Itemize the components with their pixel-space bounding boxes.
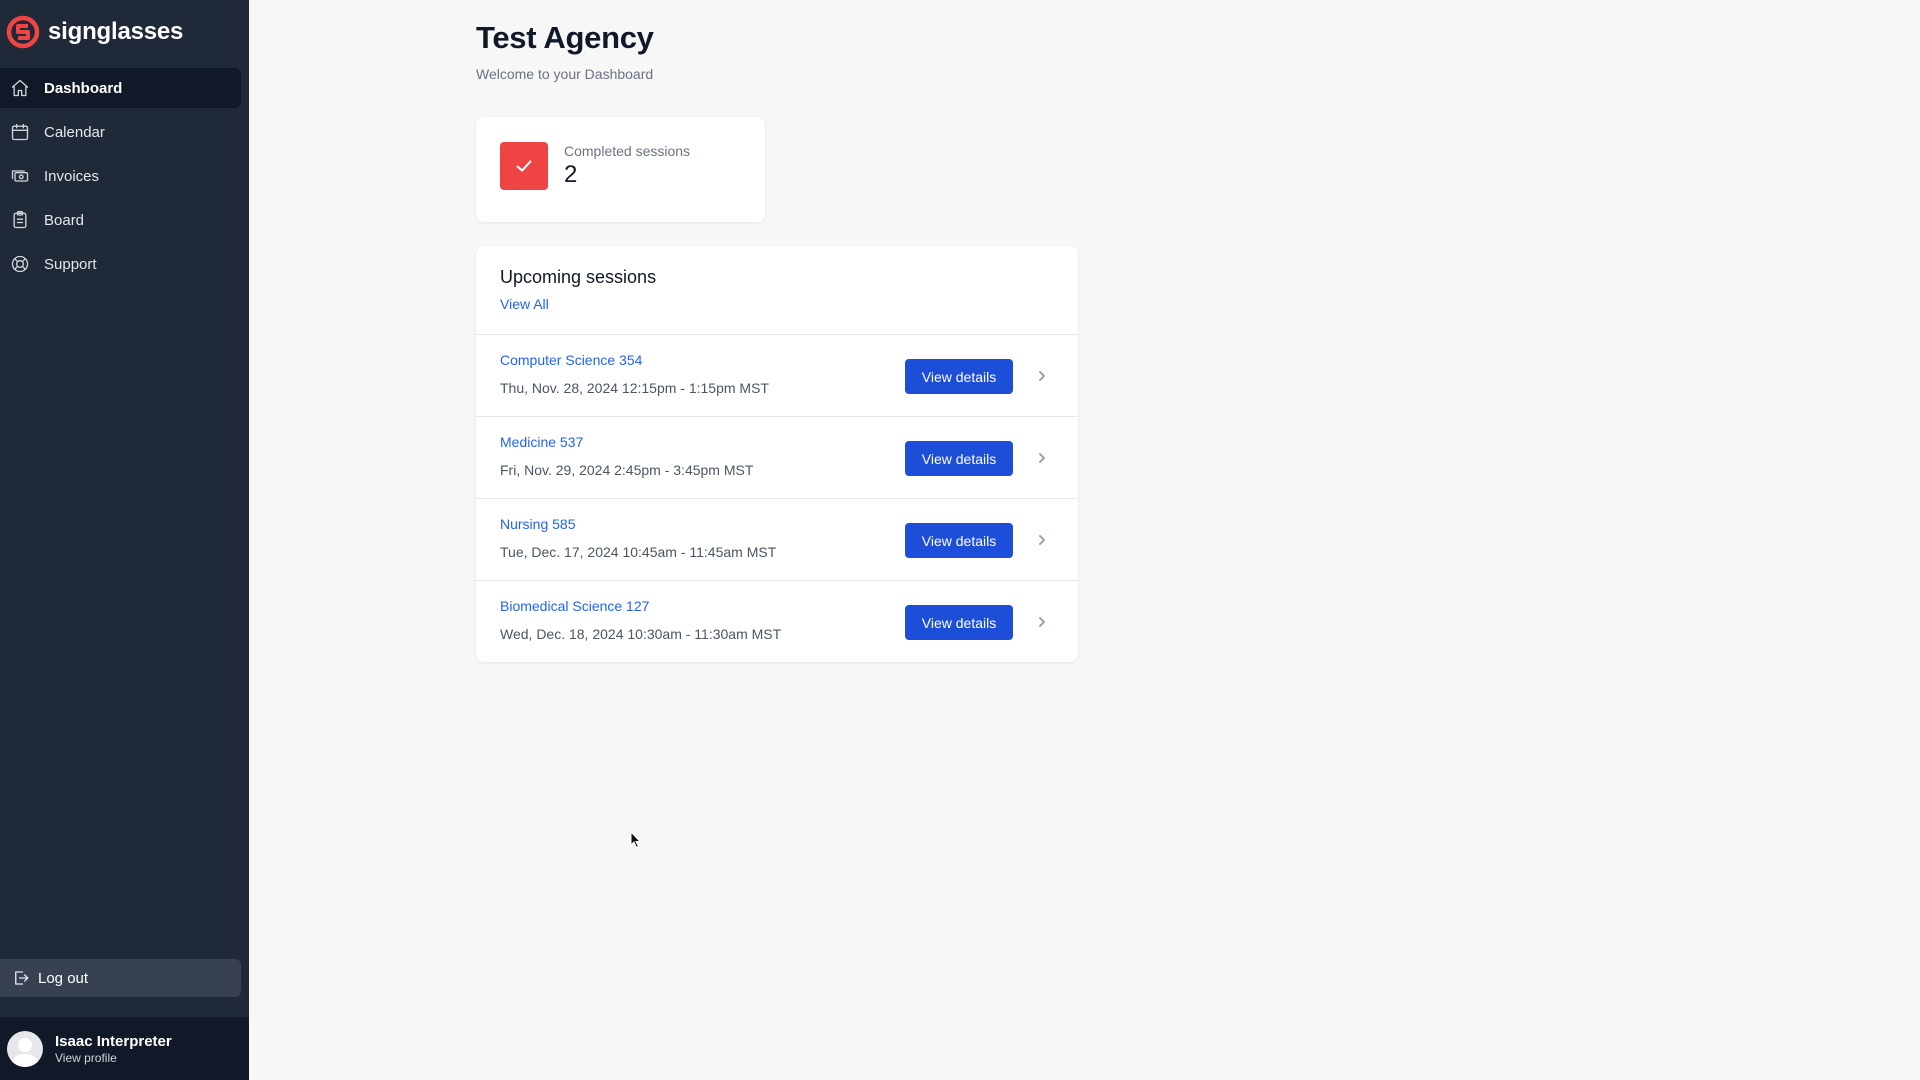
chevron-right-icon[interactable] — [1034, 368, 1050, 384]
session-title[interactable]: Computer Science 354 — [500, 352, 642, 368]
session-title[interactable]: Medicine 537 — [500, 434, 583, 450]
sidebar-item-label: Board — [44, 211, 85, 229]
session-row[interactable]: Biomedical Science 127 Wed, Dec. 18, 202… — [476, 581, 1078, 662]
view-details-button[interactable]: View details — [905, 523, 1013, 558]
completed-sessions-card: Completed sessions 2 — [476, 117, 765, 222]
view-details-button[interactable]: View details — [905, 359, 1013, 394]
view-all-link[interactable]: View All — [500, 296, 549, 312]
view-details-button[interactable]: View details — [905, 605, 1013, 640]
logout-icon — [15, 971, 29, 985]
view-details-button[interactable]: View details — [905, 441, 1013, 476]
sidebar-item-invoices[interactable]: Invoices — [0, 156, 241, 196]
view-profile-link[interactable]: View profile — [55, 1051, 172, 1065]
cash-icon — [10, 166, 30, 186]
session-title[interactable]: Biomedical Science 127 — [500, 598, 649, 614]
upcoming-sessions-header: Upcoming sessions View All — [476, 246, 1078, 335]
logout-label: Log out — [38, 969, 89, 987]
page-title: Test Agency — [476, 20, 654, 55]
sidebar-item-calendar[interactable]: Calendar — [0, 112, 241, 152]
sidebar-item-dashboard[interactable]: Dashboard — [0, 68, 241, 108]
sidebar: signglasses Dashboard Calendar Invoices — [0, 0, 249, 1080]
sidebar-item-support[interactable]: Support — [0, 244, 241, 284]
app: signglasses Dashboard Calendar Invoices — [0, 0, 1920, 1080]
section-title: Upcoming sessions — [500, 267, 657, 287]
user-name: Isaac Interpreter — [55, 1032, 172, 1050]
stat-value: 2 — [564, 161, 578, 188]
sidebar-item-label: Invoices — [44, 167, 100, 185]
sidebar-item-board[interactable]: Board — [0, 200, 241, 240]
logout-button[interactable]: Log out — [0, 959, 241, 997]
brand[interactable]: signglasses — [6, 14, 183, 50]
chevron-right-icon[interactable] — [1034, 614, 1050, 630]
session-row[interactable]: Computer Science 354 Thu, Nov. 28, 2024 … — [476, 335, 1078, 417]
lifebuoy-icon — [10, 254, 30, 274]
signglasses-logo-icon — [6, 15, 40, 49]
sidebar-item-label: Dashboard — [44, 79, 123, 97]
chevron-right-icon[interactable] — [1034, 450, 1050, 466]
session-title[interactable]: Nursing 585 — [500, 516, 576, 532]
clipboard-icon — [10, 210, 30, 230]
home-icon — [10, 78, 30, 98]
user-profile[interactable]: Isaac Interpreter View profile — [0, 1017, 249, 1080]
user-icon — [11, 1037, 39, 1067]
brand-name: signglasses — [48, 18, 184, 45]
upcoming-sessions-card: Upcoming sessions View All Computer Scie… — [476, 246, 1078, 662]
session-row[interactable]: Medicine 537 Fri, Nov. 29, 2024 2:45pm -… — [476, 417, 1078, 499]
stat-label: Completed sessions — [564, 143, 691, 159]
session-time: Tue, Dec. 17, 2024 10:45am - 11:45am MST — [500, 544, 777, 560]
sidebar-item-label: Support — [44, 255, 97, 273]
sidebar-nav: Dashboard Calendar Invoices Board Suppor… — [0, 68, 249, 288]
calendar-icon — [10, 122, 30, 142]
profile-text: Isaac Interpreter View profile — [55, 1033, 172, 1065]
sidebar-item-label: Calendar — [44, 123, 105, 141]
page-subtitle: Welcome to your Dashboard — [476, 66, 654, 82]
session-time: Thu, Nov. 28, 2024 12:15pm - 1:15pm MST — [500, 380, 769, 396]
mouse-cursor-icon — [630, 831, 642, 849]
chevron-right-icon[interactable] — [1034, 532, 1050, 548]
session-time: Wed, Dec. 18, 2024 10:30am - 11:30am MST — [500, 626, 782, 642]
session-time: Fri, Nov. 29, 2024 2:45pm - 3:45pm MST — [500, 462, 754, 478]
avatar — [7, 1030, 43, 1067]
check-icon — [500, 142, 548, 190]
session-row[interactable]: Nursing 585 Tue, Dec. 17, 2024 10:45am -… — [476, 499, 1078, 581]
